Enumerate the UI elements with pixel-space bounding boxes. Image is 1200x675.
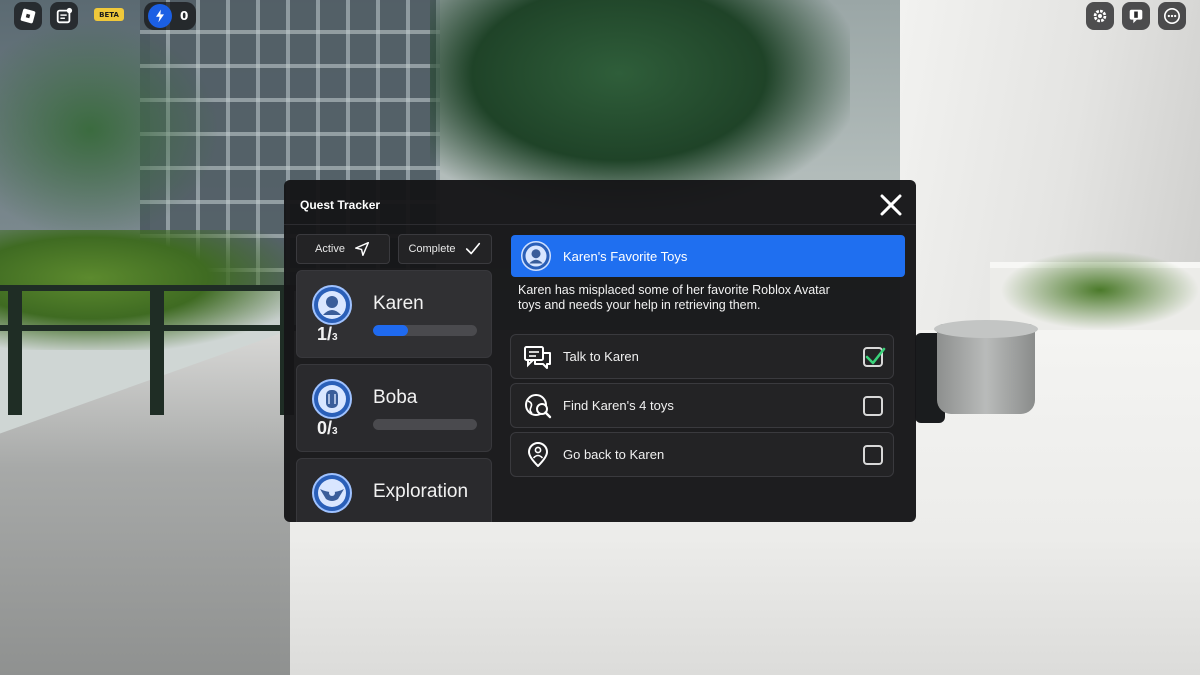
- task-checkbox[interactable]: [863, 396, 883, 416]
- quest-description: Karen has misplaced some of her favorite…: [518, 283, 830, 312]
- send-arrow-icon: [354, 241, 370, 257]
- tree-center: [430, 0, 850, 210]
- quest-card-boba[interactable]: 0/3 Boba: [296, 364, 492, 452]
- railing-post: [8, 285, 22, 415]
- settings-button[interactable]: [1086, 2, 1114, 30]
- more-button[interactable]: [1158, 2, 1186, 30]
- filter-complete-label: Complete: [408, 243, 456, 255]
- quest-name: Boba: [373, 387, 418, 408]
- quest-tracker-panel: Quest Tracker Active Complete 1/3 Karen …: [284, 180, 916, 522]
- quest-list: 1/3 Karen 0/3 Boba Exploration: [296, 270, 492, 522]
- panel-title: Quest Tracker: [300, 198, 381, 212]
- globe-search-icon: [525, 394, 552, 419]
- quest-progress-bar: [373, 419, 477, 430]
- roblox-menu-button[interactable]: [14, 2, 42, 30]
- tree-left: [0, 20, 220, 240]
- task-find-toys[interactable]: Find Karen's 4 toys: [510, 383, 894, 428]
- filter-active-label: Active: [315, 243, 345, 255]
- quest-card-karen[interactable]: 1/3 Karen: [296, 270, 492, 358]
- karen-quest-badge-icon: [521, 241, 551, 271]
- task-checkbox[interactable]: [863, 445, 883, 465]
- beta-badge: BETA: [94, 8, 124, 21]
- quest-name: Exploration: [373, 481, 469, 502]
- energy-counter[interactable]: 0: [144, 2, 196, 30]
- energy-count: 0: [180, 9, 189, 23]
- quest-card-exploration[interactable]: Exploration: [296, 458, 492, 522]
- task-label: Talk to Karen: [563, 349, 639, 364]
- header-divider: [284, 224, 916, 225]
- chat-bubbles-icon: [524, 346, 551, 369]
- boba-quest-badge-icon: [312, 379, 352, 419]
- task-go-back-to-karen[interactable]: Go back to Karen: [510, 432, 894, 477]
- quest-detail-header: Karen's Favorite Toys: [511, 235, 905, 277]
- task-talk-to-karen[interactable]: Talk to Karen: [510, 334, 894, 379]
- task-label: Find Karen's 4 toys: [563, 398, 674, 413]
- quest-name: Karen: [373, 293, 424, 314]
- quest-progress-text: 1/3: [317, 324, 338, 344]
- gear-icon: [1093, 9, 1107, 23]
- quest-progress-bar: [373, 325, 477, 336]
- bushes-right: [1000, 250, 1200, 330]
- railing: [0, 265, 300, 415]
- emote-icon: [1129, 9, 1143, 24]
- quest-detail-title: Karen's Favorite Toys: [563, 248, 688, 264]
- checkmark-icon: [465, 242, 480, 255]
- quest-progress-fill: [373, 325, 408, 336]
- trash-can: [934, 320, 1038, 414]
- close-button[interactable]: [878, 192, 904, 218]
- exploration-quest-badge-icon: [312, 473, 352, 513]
- filter-active-button[interactable]: Active: [296, 234, 390, 264]
- location-pin-icon: [528, 442, 548, 467]
- railing-post: [150, 285, 164, 415]
- task-checkbox[interactable]: [863, 347, 886, 367]
- chat-button[interactable]: [50, 2, 78, 30]
- emote-button[interactable]: [1122, 2, 1150, 30]
- roblox-logo-icon: [20, 8, 36, 24]
- quest-progress-text: 0/3: [317, 418, 338, 438]
- filter-complete-button[interactable]: Complete: [398, 234, 492, 264]
- close-icon: [880, 194, 902, 216]
- karen-quest-badge-icon: [312, 285, 352, 325]
- task-label: Go back to Karen: [563, 447, 665, 462]
- lightning-icon: [148, 4, 172, 28]
- chat-notes-icon: [56, 7, 73, 24]
- more-icon: [1163, 7, 1181, 25]
- check-icon: [865, 347, 886, 365]
